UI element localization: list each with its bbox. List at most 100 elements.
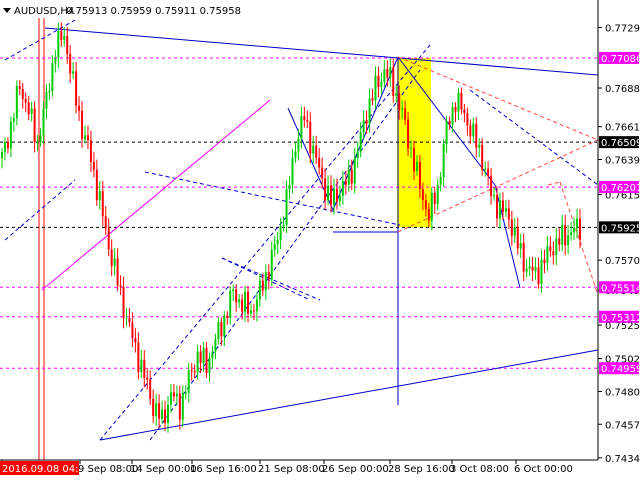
bear-candle: [128, 318, 131, 323]
bull-candle: [445, 120, 448, 145]
level-label: 0.75925: [601, 223, 640, 234]
level-label: 0.74959: [601, 364, 640, 375]
bull-candle: [184, 392, 187, 394]
bear-candle: [33, 108, 36, 143]
bear-candle: [309, 121, 312, 154]
bull-candle: [30, 108, 33, 115]
bull-candle: [528, 266, 531, 269]
bear-candle: [21, 88, 24, 99]
bear-candle: [324, 178, 327, 201]
bull-candle: [534, 267, 537, 271]
bear-candle: [537, 267, 540, 285]
bear-candle: [344, 180, 347, 185]
bear-candle: [152, 398, 155, 416]
bull-candle: [436, 184, 439, 205]
bear-candle: [107, 228, 110, 250]
bull-candle: [327, 185, 330, 201]
bear-candle: [315, 145, 318, 158]
time-label: 6 Oct 00:00: [514, 464, 573, 475]
bull-candle: [484, 168, 487, 170]
level-label: 0.77086: [601, 54, 640, 65]
bear-candle: [66, 36, 69, 55]
bear-candle: [119, 285, 122, 288]
bull-candle: [410, 147, 413, 149]
bull-candle: [442, 144, 445, 178]
bull-candle: [48, 91, 51, 93]
bull-candle: [202, 347, 205, 364]
bull-candle: [140, 359, 143, 372]
bull-candle: [72, 71, 75, 74]
time-label: 14 Sep 00:00: [130, 464, 197, 475]
bear-candle: [466, 113, 469, 126]
bull-candle: [341, 180, 344, 196]
bull-candle: [208, 358, 211, 374]
bull-candle: [457, 92, 460, 112]
price-chart[interactable]: 0.772950.768800.766150.763900.761500.757…: [0, 0, 640, 480]
bull-candle: [493, 195, 496, 197]
bull-candle: [57, 30, 60, 59]
bear-candle: [95, 169, 98, 201]
bear-candle: [86, 135, 89, 141]
bear-candle: [241, 299, 244, 312]
bull-candle: [63, 36, 66, 41]
bull-candle: [570, 232, 573, 236]
bull-candle: [169, 392, 172, 405]
bull-candle: [338, 195, 341, 202]
bull-candle: [519, 242, 522, 249]
bull-candle: [196, 351, 199, 373]
bear-candle: [110, 249, 113, 267]
bull-candle: [451, 106, 454, 125]
bear-candle: [318, 157, 321, 168]
bull-candle: [42, 108, 45, 136]
bull-candle: [478, 144, 481, 148]
bear-candle: [261, 280, 264, 291]
bear-candle: [522, 242, 525, 272]
bull-candle: [359, 132, 362, 152]
bull-candle: [282, 225, 285, 227]
bull-candle: [380, 81, 383, 88]
bull-candle: [229, 291, 232, 319]
bull-candle: [211, 351, 214, 359]
bull-candle: [238, 299, 241, 303]
time-label: 21 Sep 08:00: [258, 464, 325, 475]
bear-candle: [454, 106, 457, 112]
bear-candle: [252, 310, 255, 312]
bear-candle: [92, 161, 95, 170]
bear-candle: [481, 144, 484, 170]
price-tick-label: 0.76390: [605, 155, 640, 166]
bear-candle: [404, 108, 407, 120]
bull-candle: [353, 158, 356, 184]
bull-candle: [51, 63, 54, 92]
bull-candle: [12, 118, 15, 122]
bull-candle: [187, 370, 190, 393]
bull-candle: [297, 138, 300, 152]
bear-candle: [516, 226, 519, 249]
bear-candle: [303, 116, 306, 121]
bear-candle: [448, 120, 451, 125]
bull-candle: [472, 123, 475, 137]
bear-candle: [418, 161, 421, 190]
bull-candle: [356, 151, 359, 159]
chart-header: AUDUSD,H4 0.75913 0.75959 0.75911 0.7595…: [3, 6, 241, 17]
bull-candle: [573, 228, 576, 233]
bull-candle: [567, 235, 570, 245]
bull-candle: [362, 120, 365, 133]
bear-candle: [69, 54, 72, 74]
bull-candle: [368, 98, 371, 124]
bear-candle: [60, 30, 63, 41]
bear-candle: [235, 289, 238, 303]
bull-candle: [214, 338, 217, 352]
price-tick-label: 0.76880: [605, 84, 640, 95]
time-label: 26 Sep 00:00: [322, 464, 389, 475]
bear-candle: [531, 266, 534, 271]
bull-candle: [389, 67, 392, 78]
bear-candle: [371, 98, 374, 101]
bull-candle: [561, 225, 564, 245]
bull-candle: [576, 218, 579, 229]
bear-candle: [475, 123, 478, 148]
bear-candle: [564, 225, 567, 245]
bear-candle: [552, 251, 555, 256]
bear-candle: [146, 377, 149, 380]
bear-candle: [137, 342, 140, 372]
bear-candle: [321, 167, 324, 179]
